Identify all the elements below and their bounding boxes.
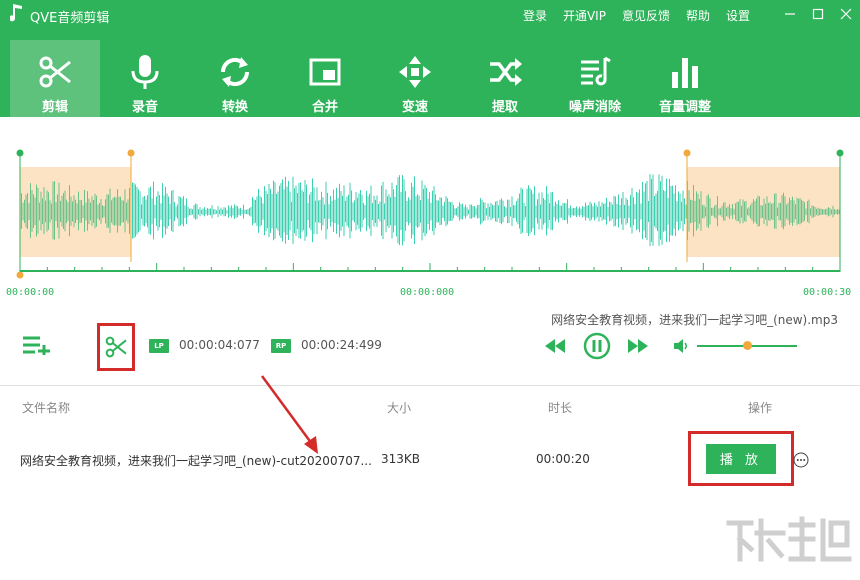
column-header-name: 文件名称 [22, 401, 71, 415]
noise-icon [581, 56, 611, 86]
annotation-arrow [260, 375, 318, 454]
rp-badge: RP [271, 339, 291, 353]
tab-label: 音量调整 [658, 100, 711, 115]
minimize-button[interactable] [776, 2, 804, 26]
cut-button[interactable] [97, 323, 135, 371]
current-file-name: 网络安全教育视频，进来我们一起学习吧_(new).mp3 [551, 313, 838, 327]
close-icon [840, 8, 852, 20]
tab-merge[interactable]: 合并 [280, 40, 370, 117]
microphone-icon [131, 55, 159, 89]
lp-time: 00:00:04:077 [179, 338, 260, 352]
help-link[interactable]: 帮助 [686, 7, 710, 24]
tab-label: 合并 [311, 100, 338, 115]
tab-label: 剪辑 [41, 100, 68, 115]
play-button[interactable]: 播 放 [706, 443, 776, 474]
add-to-list-icon[interactable] [22, 335, 50, 355]
main-tabs: 剪辑 录音 转换 合并 变速 提取 噪声消除 音量调整 [10, 40, 730, 117]
watermark-logo [726, 516, 852, 562]
tab-noise-removal[interactable]: 噪声消除 [550, 40, 640, 117]
timeline-line [20, 270, 840, 272]
waveform-area[interactable]: 00:00:00 00:00:000 00:00:30 [0, 117, 860, 307]
lp-badge: LP [149, 339, 169, 353]
merge-icon [309, 58, 341, 86]
tab-label: 转换 [221, 100, 248, 115]
column-header-size: 大小 [387, 401, 412, 415]
maximize-icon [812, 8, 824, 20]
login-link[interactable]: 登录 [523, 7, 547, 24]
fast-forward-icon[interactable] [628, 339, 648, 353]
minimize-icon [785, 13, 795, 15]
scissors-icon [39, 56, 71, 88]
file-size-cell: 313KB [381, 452, 421, 466]
divider [0, 385, 860, 386]
right-cut-marker-handle[interactable] [683, 149, 691, 157]
left-cut-marker-handle[interactable] [127, 149, 135, 157]
close-button[interactable] [832, 2, 860, 26]
left-boundary-handle[interactable] [16, 149, 24, 157]
header-bar: QVE音频剪辑 登录 开通VIP 意见反馈 帮助 设置 剪辑 录音 转换 合并 … [0, 0, 860, 117]
column-header-duration: 时长 [548, 401, 573, 415]
feedback-link[interactable]: 意见反馈 [622, 7, 670, 24]
tab-label: 录音 [131, 100, 158, 115]
playhead-marker[interactable] [16, 271, 24, 279]
music-note-icon [10, 4, 22, 22]
tab-label: 变速 [401, 100, 428, 115]
speaker-icon[interactable] [673, 338, 689, 354]
more-options-icon[interactable] [793, 452, 809, 468]
timeline-current-time: 00:00:000 [400, 287, 455, 298]
title-bar: QVE音频剪辑 登录 开通VIP 意见反馈 帮助 设置 [0, 0, 860, 30]
rp-time: 00:00:24:499 [301, 338, 382, 352]
tab-cut[interactable]: 剪辑 [10, 40, 100, 117]
tab-extract[interactable]: 提取 [460, 40, 550, 117]
rewind-icon[interactable] [545, 339, 565, 353]
tab-label: 提取 [491, 100, 518, 115]
tab-label: 噪声消除 [568, 100, 621, 115]
file-duration-cell: 00:00:20 [536, 452, 590, 466]
right-boundary-handle[interactable] [836, 149, 844, 157]
top-links: 登录 开通VIP 意见反馈 帮助 设置 [507, 7, 750, 24]
settings-link[interactable]: 设置 [726, 7, 750, 24]
speed-icon [399, 56, 431, 88]
timeline-end-time: 00:00:30 [803, 287, 852, 298]
timeline-start-time: 00:00:00 [6, 287, 55, 298]
tab-record[interactable]: 录音 [100, 40, 190, 117]
vip-link[interactable]: 开通VIP [563, 7, 606, 24]
scissors-icon [105, 336, 127, 358]
convert-icon [220, 57, 250, 87]
app-title: QVE音频剪辑 [30, 11, 110, 26]
tab-convert[interactable]: 转换 [190, 40, 280, 117]
tab-speed[interactable]: 变速 [370, 40, 460, 117]
volume-slider-knob[interactable] [742, 341, 752, 350]
pause-icon[interactable] [583, 332, 611, 360]
extract-icon [490, 58, 522, 86]
play-button-highlight: 播 放 [688, 431, 794, 486]
volume-bars-icon [672, 58, 698, 88]
waveform[interactable] [0, 117, 860, 307]
column-header-action: 操作 [748, 401, 773, 415]
maximize-button[interactable] [804, 2, 832, 26]
tab-volume-adjust[interactable]: 音量调整 [640, 40, 730, 117]
control-bar: LP 00:00:04:077 RP 00:00:24:499 网络安全教育视频… [0, 307, 860, 385]
